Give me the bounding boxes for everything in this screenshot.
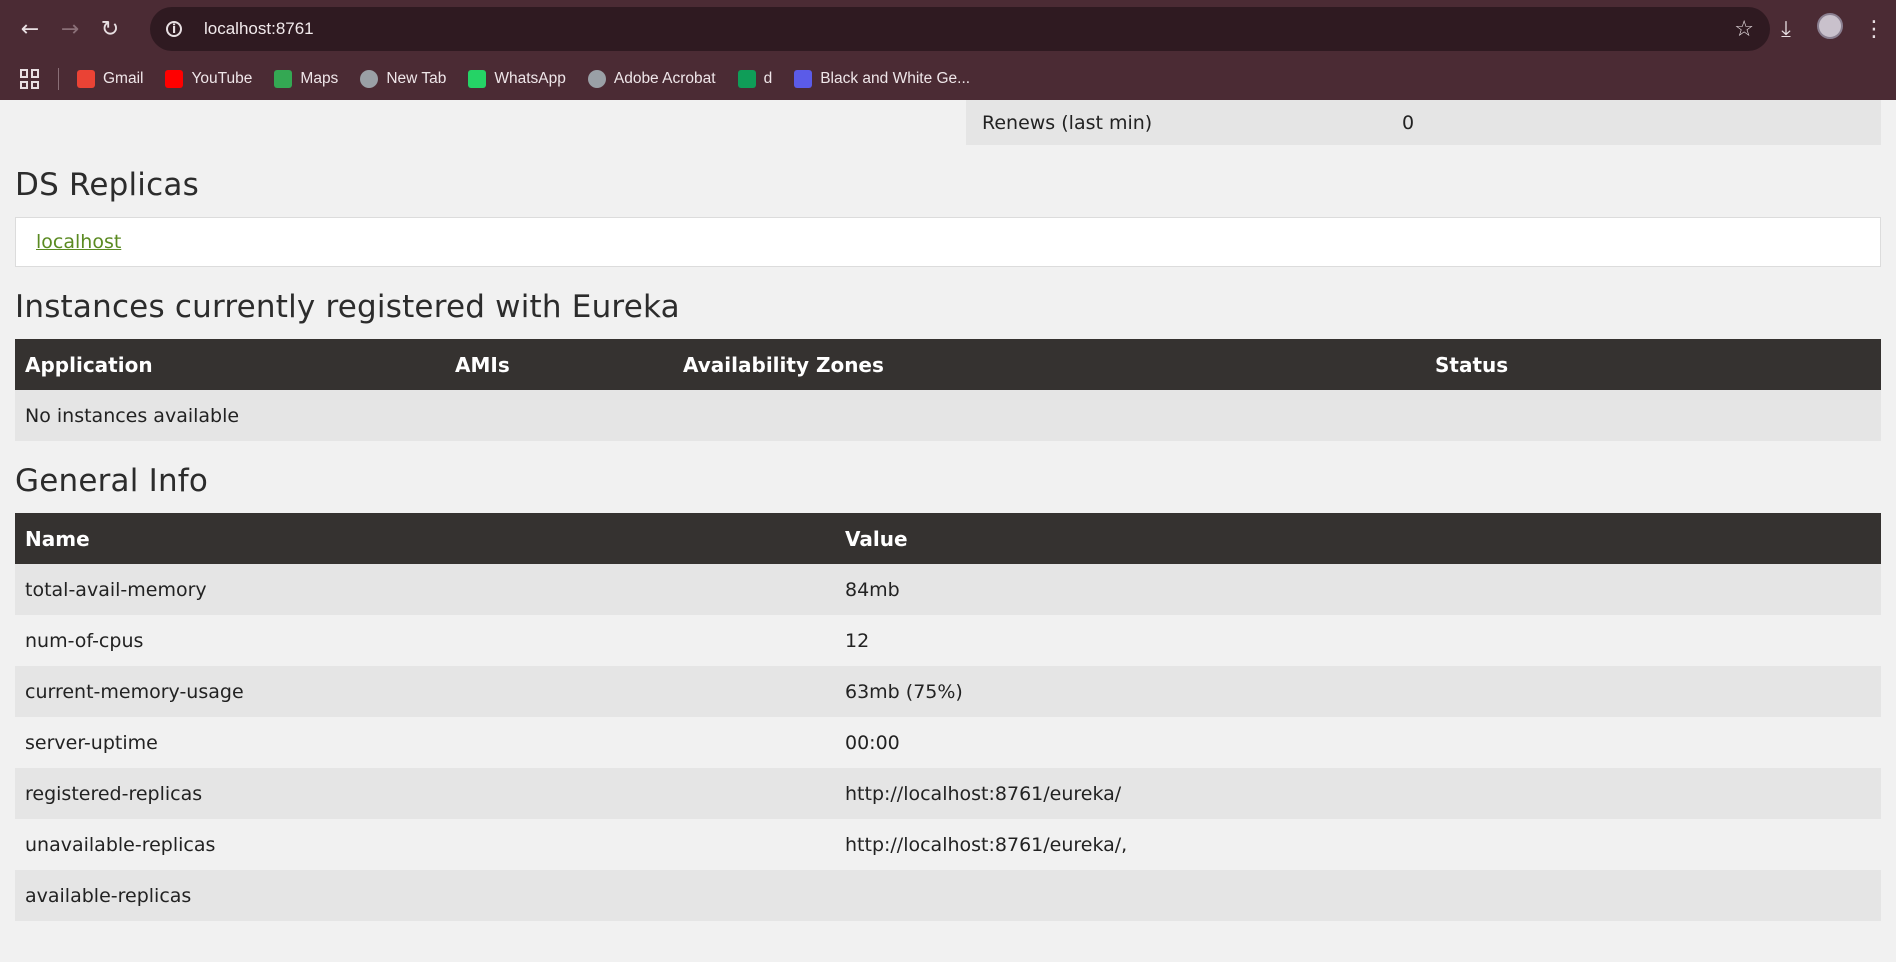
renews-value: 0 [1402, 111, 1415, 134]
info-value: 63mb (75%) [835, 666, 1881, 717]
eureka-page: Renews (last min) 0 DS Replicas localhos… [0, 100, 1896, 921]
info-name: available-replicas [15, 870, 835, 921]
bookmark-label: Adobe Acrobat [613, 70, 716, 87]
bookmark-label: Black and White Ge... [820, 70, 971, 87]
bookmark-item[interactable]: Maps [274, 70, 338, 88]
instances-heading: Instances currently registered with Eure… [15, 289, 680, 325]
info-value: http://localhost:8761/eureka/, [835, 819, 1881, 870]
info-name: num-of-cpus [15, 615, 835, 666]
bookmark-label: Maps [300, 70, 339, 87]
profile-avatar[interactable] [1808, 13, 1852, 45]
empty-instances-text: No instances available [15, 390, 1881, 441]
app-icon [794, 70, 813, 88]
info-value: 00:00 [835, 717, 1881, 768]
bookmarks-bar: Gmail YouTube Maps New Tab WhatsApp Adobe Acr… [0, 58, 1896, 100]
bookmark-label: Gmail [103, 70, 144, 87]
info-value [835, 870, 1881, 921]
bookmark-label: New Tab [386, 70, 447, 87]
url-text[interactable]: localhost:8761 [204, 19, 314, 39]
divider [58, 68, 59, 90]
forward-arrow-icon: → [60, 16, 80, 42]
info-name: server-uptime [15, 717, 835, 768]
renews-label: Renews (last min) [982, 111, 1153, 134]
col-name: Name [15, 513, 835, 564]
table-row: total-avail-memory 84mb [15, 564, 1881, 615]
sheet-icon [737, 70, 756, 88]
address-bar[interactable]: i localhost:8761 ☆ [150, 7, 1770, 51]
site-info-icon[interactable]: i [166, 21, 182, 37]
whatsapp-icon [468, 70, 487, 88]
ds-replicas-heading: DS Replicas [15, 167, 199, 203]
general-info-table: Name Value total-avail-memory 84mb num-of-… [15, 513, 1881, 921]
back-button[interactable]: ← [10, 9, 50, 49]
info-name: registered-replicas [15, 768, 835, 819]
browser-toolbar: ← → ↻ i localhost:8761 ☆ ⤓ ⋮ [0, 0, 1896, 58]
general-info-heading: General Info [15, 463, 209, 499]
ds-replicas-box: localhost [15, 217, 1881, 267]
info-name: total-avail-memory [15, 564, 835, 615]
info-value: http://localhost:8761/eureka/ [835, 768, 1881, 819]
bookmark-item[interactable]: Adobe Acrobat [587, 70, 716, 88]
renews-row: Renews (last min) 0 [966, 100, 1881, 145]
table-row: available-replicas [15, 870, 1881, 921]
youtube-icon [165, 70, 184, 88]
col-status: Status [1425, 339, 1881, 390]
bookmark-item[interactable]: New Tab [360, 70, 446, 88]
replica-link[interactable]: localhost [36, 231, 121, 253]
reload-button[interactable]: ↻ [90, 9, 130, 49]
table-row: unavailable-replicas http://localhost:876… [15, 819, 1881, 870]
bookmark-item[interactable]: Black and White Ge... [794, 70, 970, 88]
bookmark-star-icon[interactable]: ☆ [1734, 17, 1754, 42]
apps-grid-icon[interactable] [20, 69, 40, 89]
bookmark-label: WhatsApp [494, 70, 566, 87]
bookmark-item[interactable]: Gmail [77, 70, 143, 88]
avatar [1817, 13, 1843, 39]
bookmark-item[interactable]: YouTube [165, 70, 252, 88]
globe-icon [360, 70, 379, 88]
table-row: current-memory-usage 63mb (75%) [15, 666, 1881, 717]
col-application: Application [15, 339, 445, 390]
forward-button[interactable]: → [50, 9, 90, 49]
col-value: Value [835, 513, 1881, 564]
instances-table: Application AMIs Availability Zones Stat… [15, 339, 1881, 441]
gmail-icon [77, 70, 95, 88]
col-availability-zones: Availability Zones [673, 339, 1425, 390]
menu-kebab-icon[interactable]: ⋮ [1852, 17, 1896, 42]
back-arrow-icon: ← [20, 16, 40, 42]
globe-icon [587, 70, 606, 88]
bookmark-item[interactable]: d [737, 70, 773, 88]
download-icon[interactable]: ⤓ [1764, 17, 1808, 42]
info-name: current-memory-usage [15, 666, 835, 717]
reload-icon: ↻ [100, 16, 120, 42]
info-value: 84mb [835, 564, 1881, 615]
bookmark-item[interactable]: WhatsApp [468, 70, 566, 88]
table-row: registered-replicas http://localhost:8761… [15, 768, 1881, 819]
info-value: 12 [835, 615, 1881, 666]
table-row: num-of-cpus 12 [15, 615, 1881, 666]
table-row: No instances available [15, 390, 1881, 441]
bookmark-label: YouTube [191, 70, 253, 87]
info-name: unavailable-replicas [15, 819, 835, 870]
col-amis: AMIs [445, 339, 673, 390]
table-row: server-uptime 00:00 [15, 717, 1881, 768]
maps-icon [274, 70, 293, 88]
bookmark-label: d [763, 70, 773, 87]
